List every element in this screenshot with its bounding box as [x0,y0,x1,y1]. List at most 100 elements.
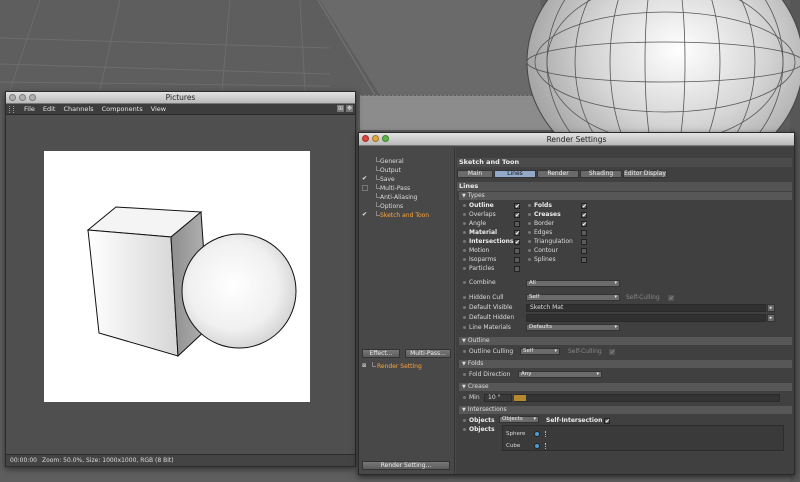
close-button[interactable] [362,135,369,142]
render-settings-titlebar[interactable]: Render Settings [359,133,794,146]
outline-culling-dropdown[interactable]: Self [520,348,560,355]
line-materials-dropdown[interactable]: Defaults [526,324,620,331]
menu-edit[interactable]: Edit [43,105,56,113]
multipass-button[interactable]: Multi-Pass... [405,349,451,358]
object-enabled-icon[interactable] [534,431,540,437]
tab-main[interactable]: Main [457,170,493,178]
effect-button[interactable]: Effect... [362,349,400,358]
fold-direction-label: Fold Direction [463,370,510,379]
intersections-group-header[interactable]: ▼ Intersections [459,406,792,414]
nav-item-anti-aliasing[interactable]: Anti-Aliasing [359,193,455,202]
default-visible-label: Default Visible [463,303,512,312]
default-hidden-field[interactable] [526,314,766,322]
motion-checkbox[interactable] [514,248,520,254]
menu-view[interactable]: View [151,105,166,113]
move-icon[interactable]: ✥ [346,105,353,112]
nav-item-general[interactable]: General [359,157,455,166]
edges-checkbox[interactable] [581,230,587,236]
minimize-button[interactable] [19,94,26,101]
angle-checkbox[interactable] [514,221,520,227]
object-cube[interactable]: Cube [506,443,520,449]
render-setting-item[interactable]: ⊠ Render Setting [359,362,455,371]
tab-shading[interactable]: Shading [580,170,622,178]
type-border: Border [528,219,554,228]
object-sphere[interactable]: Sphere [506,431,525,437]
zoom-button[interactable] [382,135,389,142]
border-checkbox[interactable]: ✔ [581,221,587,228]
overlaps-checkbox[interactable]: ✔ [514,212,520,219]
render-settings-window[interactable]: Render Settings General Output ✔ Save Mul… [358,132,795,475]
link-arrow-icon[interactable]: ▸ [767,304,775,312]
pictures-window[interactable]: Pictures File Edit Channels Components V… [5,91,356,467]
nav-item-save[interactable]: ✔ Save [359,175,455,184]
close-button[interactable] [9,94,16,101]
triangulation-checkbox[interactable] [581,239,587,245]
material-checkbox[interactable]: ✔ [514,230,520,237]
object-tag-icon[interactable] [545,431,550,437]
type-overlaps: Overlaps [463,210,496,219]
checkmark-icon[interactable]: ✔ [362,176,368,182]
type-creases: Creases [528,210,561,219]
outline-group-header[interactable]: ▼ Outline [459,337,792,345]
minimize-button[interactable] [372,135,379,142]
type-triangulation: Triangulation [528,237,573,246]
hidden-cull-dropdown[interactable]: Self [526,294,620,301]
folds-checkbox[interactable]: ✔ [581,203,587,210]
settings-nav: General Output ✔ Save Multi-Pass Anti-Ali… [359,147,455,474]
link-arrow-icon[interactable]: ▸ [767,314,775,322]
menu-components[interactable]: Components [102,105,143,113]
object-enabled-icon[interactable] [534,443,540,449]
contour-checkbox[interactable] [581,248,587,254]
intersections-checkbox[interactable]: ✔ [514,239,520,246]
render-setting-button[interactable]: Render Setting... [362,461,450,470]
min-slider-track[interactable] [514,394,780,402]
pictures-menubar: File Edit Channels Components View ⊞ ✥ [6,104,355,115]
triangle-down-icon: ▼ [462,407,466,413]
combine-dropdown[interactable]: All [526,280,620,287]
self-culling-checkbox[interactable]: ✔ [668,295,674,302]
default-visible-field[interactable]: Sketch Mat [526,304,766,312]
nav-item-sketch-and-toon[interactable]: ✔ Sketch and Toon [359,211,455,220]
nav-item-multipass[interactable]: Multi-Pass [359,184,455,193]
pin-icon[interactable]: ⊞ [337,105,344,112]
drag-grip-icon[interactable] [9,105,14,113]
checkbox-icon[interactable] [362,185,368,191]
pictures-titlebar[interactable]: Pictures [6,92,355,104]
types-group-header[interactable]: ▼ Types [459,192,792,200]
line-materials-label: Line Materials [463,323,511,332]
type-splines: Splines [528,255,556,264]
zoom-button[interactable] [29,94,36,101]
outline-self-culling-checkbox[interactable]: ✔ [609,349,615,356]
menu-channels[interactable]: Channels [63,105,93,113]
min-value-field[interactable]: 10 ° [484,394,512,402]
particles-checkbox[interactable] [514,266,520,272]
type-isoparms: Isoparms [463,255,496,264]
nav-item-output[interactable]: Output [359,166,455,175]
hidden-cull-label: Hidden Cull [463,293,504,302]
tab-render[interactable]: Render [537,170,579,178]
expand-icon[interactable]: ⊠ [362,363,368,369]
self-intersection-checkbox[interactable]: ✔ [604,418,610,425]
folds-group-header[interactable]: ▼ Folds [459,360,792,368]
type-particles: Particles [463,264,494,273]
nav-item-options[interactable]: Options [359,202,455,211]
creases-checkbox[interactable]: ✔ [581,212,587,219]
objects-dropdown[interactable]: Objects [499,416,539,423]
triangle-down-icon: ▼ [462,193,466,199]
isoparms-checkbox[interactable] [514,257,520,263]
crease-group-header[interactable]: ▼ Crease [459,383,792,391]
object-tag-icon[interactable] [545,443,550,449]
type-angle: Angle [463,219,486,228]
tab-lines[interactable]: Lines [494,170,536,178]
fold-direction-dropdown[interactable]: Any [518,371,602,378]
pictures-statusbar: 00:00:00 Zoom: 50.0%, Size: 1000x1000, R… [6,454,355,466]
min-slider-fill[interactable] [514,395,526,401]
checkmark-icon[interactable]: ✔ [362,212,368,218]
type-outline: Outline [463,201,494,210]
type-contour: Contour [528,246,558,255]
tab-editor-display[interactable]: Editor Display [623,170,667,178]
menu-file[interactable]: File [24,105,35,113]
outline-checkbox[interactable]: ✔ [514,203,520,210]
splines-checkbox[interactable] [581,257,587,263]
objects-list[interactable]: Sphere Cube [502,425,784,451]
